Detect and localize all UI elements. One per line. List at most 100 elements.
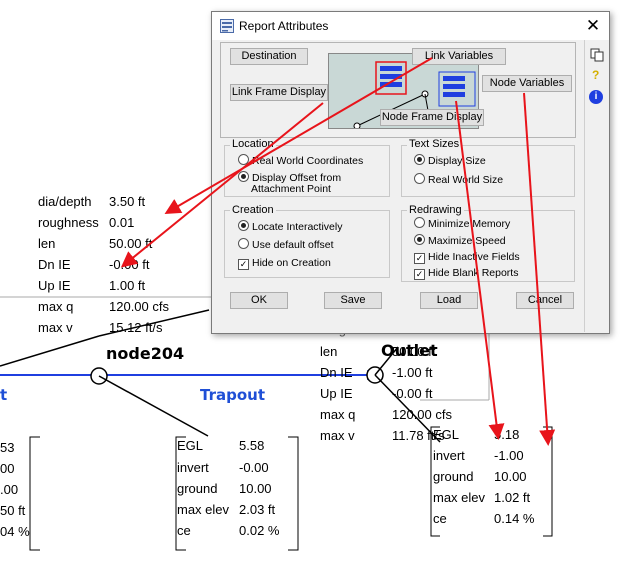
report-label: Dn IE — [320, 365, 353, 380]
leader-line — [0, 335, 100, 367]
report-label: max elev — [433, 490, 486, 505]
node-variables-button[interactable]: Node Variables — [482, 75, 572, 92]
report-label: max q — [320, 407, 356, 422]
minimize-memory-radio[interactable]: Minimize Memory — [414, 217, 510, 230]
report-value: -0.00 ft — [109, 257, 150, 272]
report-label: EGL — [433, 427, 460, 442]
radio-selected-icon — [414, 234, 425, 245]
report-value: 3.50 ft — [109, 194, 146, 209]
report-value: 00 — [0, 461, 15, 476]
text-sizes-group-label: Text Sizes — [407, 138, 462, 150]
checkmark-icon: ✓ — [414, 253, 425, 264]
radio-icon — [414, 173, 425, 184]
option-label: Real World Size — [428, 174, 504, 186]
creation-group-label: Creation — [230, 204, 276, 216]
report-value: 120.00 cfs — [392, 407, 452, 422]
save-button[interactable]: Save — [324, 292, 382, 309]
report-value: 15.12 ft/s — [109, 320, 163, 335]
report-label: max elev — [177, 502, 230, 517]
destination-button[interactable]: Destination — [230, 48, 308, 65]
hide-blank-reports-checkbox[interactable]: ✓ Hide Blank Reports — [414, 267, 518, 280]
report-label: ce — [177, 523, 191, 538]
report-value: 5.58 — [239, 438, 265, 453]
report-value: -1.00 — [494, 448, 524, 463]
option-label: Display Size — [428, 155, 486, 167]
report-label: Up IE — [320, 386, 353, 401]
link-variables-button[interactable]: Link Variables — [412, 48, 506, 65]
report-label: dia/depth — [38, 194, 92, 209]
report-value: 120.00 cfs — [109, 299, 169, 314]
node-label-outlet: Outlet — [381, 341, 438, 360]
report-value: 0.01 — [109, 215, 135, 230]
text-sizes-group — [401, 145, 575, 197]
report-label: Dn IE — [38, 257, 71, 272]
radio-icon — [238, 154, 249, 165]
checkmark-icon: ✓ — [414, 269, 425, 280]
report-value: 53 — [0, 440, 15, 455]
cancel-button[interactable]: Cancel — [516, 292, 574, 309]
ok-button[interactable]: OK — [230, 292, 288, 309]
info-icon[interactable]: i — [589, 90, 603, 104]
option-label: Hide Inactive Fields — [428, 251, 520, 263]
node-label-node204: node204 — [106, 344, 185, 363]
report-value: 1.02 ft — [494, 490, 531, 505]
use-default-offset-radio[interactable]: Use default offset — [238, 238, 334, 251]
radio-selected-icon — [238, 220, 249, 231]
copy-icon[interactable] — [590, 48, 604, 62]
report-label: invert — [177, 460, 209, 475]
report-value: 0.02 % — [239, 523, 280, 538]
report-value: -1.00 ft — [392, 365, 433, 380]
side-toolbar: ? i — [584, 40, 609, 332]
radio-selected-icon — [414, 154, 425, 165]
option-label: Maximize Speed — [428, 235, 506, 247]
report-value: 2.03 ft — [239, 502, 276, 517]
report-label: len — [38, 236, 56, 251]
title-bar[interactable]: Report Attributes ✕ — [212, 12, 609, 40]
checkmark-icon: ✓ — [238, 259, 249, 270]
report-value: 0.14 % — [494, 511, 535, 526]
help-icon[interactable]: ? — [592, 68, 599, 82]
report-value: 1.00 ft — [109, 278, 146, 293]
report-value: 50.00 ft — [109, 236, 153, 251]
report-bracket — [288, 436, 299, 551]
close-icon: ✕ — [585, 16, 601, 35]
report-attributes-dialog: Report Attributes ✕ Destination Link Var… — [211, 11, 610, 334]
report-value: 10.00 — [494, 469, 527, 484]
link-frame-display-button[interactable]: Link Frame Display — [230, 84, 328, 101]
report-label: invert — [433, 448, 465, 463]
report-value: -0.00 — [239, 460, 269, 475]
close-button[interactable]: ✕ — [579, 14, 607, 38]
report-label: ground — [433, 469, 474, 484]
report-value: 10.00 — [239, 481, 272, 496]
window-app-icon — [220, 19, 234, 33]
report-value: 04 % — [0, 524, 30, 539]
option-label: Locate Interactively — [252, 221, 343, 233]
report-label: len — [320, 344, 338, 359]
report-label: max q — [38, 299, 74, 314]
option-label: Real World Coordinates — [252, 155, 364, 167]
option-label: Hide on Creation — [252, 257, 331, 269]
display-size-radio[interactable]: Display Size — [414, 154, 486, 167]
link-label-trapout: Trapout — [200, 386, 265, 404]
link-label-left: t — [0, 386, 8, 404]
node-frame-display-button[interactable]: Node Frame Display — [380, 109, 484, 126]
maximize-speed-radio[interactable]: Maximize Speed — [414, 234, 506, 247]
radio-icon — [414, 217, 425, 228]
locate-interactively-radio[interactable]: Locate Interactively — [238, 220, 342, 233]
report-label: Up IE — [38, 278, 71, 293]
report-label: ground — [177, 481, 218, 496]
real-world-size-radio[interactable]: Real World Size — [414, 173, 503, 186]
option-label: Hide Blank Reports — [428, 267, 519, 279]
report-label: roughness — [38, 215, 99, 230]
redrawing-group-label: Redrawing — [407, 204, 464, 216]
load-button[interactable]: Load — [420, 292, 478, 309]
radio-icon — [238, 238, 249, 249]
radio-selected-icon — [238, 171, 249, 182]
report-value: .00 — [0, 482, 19, 497]
location-group-label: Location — [230, 138, 276, 150]
real-world-coordinates-radio[interactable]: Real World Coordinates — [238, 154, 363, 167]
hide-inactive-fields-checkbox[interactable]: ✓ Hide Inactive Fields — [414, 251, 520, 264]
hide-on-creation-checkbox[interactable]: ✓ Hide on Creation — [238, 257, 331, 270]
leader-line — [98, 375, 209, 437]
report-value: -0.00 ft — [392, 386, 433, 401]
